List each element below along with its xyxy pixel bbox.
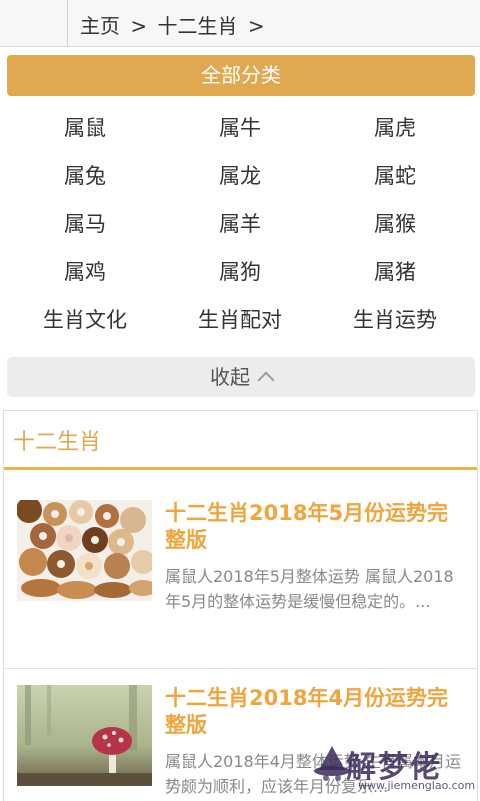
category-monkey[interactable]: 属猴 [315, 202, 475, 246]
breadcrumb-home[interactable]: 主页 [80, 14, 120, 38]
category-zodiac-match[interactable]: 生肖配对 [160, 298, 320, 342]
category-pig[interactable]: 属猪 [315, 250, 475, 294]
category-zodiac-culture[interactable]: 生肖文化 [5, 298, 165, 342]
watermark: 解梦佬 www.jiemenglao.com [312, 742, 477, 798]
category-rat[interactable]: 属鼠 [5, 106, 165, 150]
category-dragon[interactable]: 属龙 [160, 154, 320, 198]
article-title[interactable]: 十二生肖2018年4月份运势完整版 [165, 685, 465, 739]
article-thumbnail-mushroom[interactable] [17, 685, 152, 786]
breadcrumb-separator: > [247, 14, 265, 38]
watermark-url: www.jiemenglao.com [358, 779, 476, 792]
article-divider [4, 668, 477, 669]
category-dog[interactable]: 属狗 [160, 250, 320, 294]
top-bar: 主页 > 十二生肖 > [0, 0, 480, 47]
article-thumbnail-donuts[interactable] [17, 500, 152, 601]
chevron-up-icon [257, 371, 275, 389]
back-button[interactable] [0, 0, 68, 46]
breadcrumb-current[interactable]: 十二生肖 [157, 14, 237, 38]
section-underline [4, 467, 477, 470]
category-rabbit[interactable]: 属兔 [5, 154, 165, 198]
collapse-label: 收起 [210, 365, 250, 389]
section-title: 十二生肖 [13, 430, 102, 455]
mushroom-image-icon [17, 685, 152, 786]
collapse-button[interactable]: 收起 [7, 357, 475, 397]
category-rooster[interactable]: 属鸡 [5, 250, 165, 294]
all-categories-button[interactable]: 全部分类 [7, 55, 475, 96]
donuts-image-icon [17, 500, 152, 601]
category-grid: 属鼠 属牛 属虎 属兔 属龙 属蛇 属马 属羊 属猴 属鸡 属狗 属猪 生肖文化… [0, 106, 480, 346]
category-goat[interactable]: 属羊 [160, 202, 320, 246]
article-title[interactable]: 十二生肖2018年5月份运势完整版 [165, 500, 465, 554]
category-ox[interactable]: 属牛 [160, 106, 320, 150]
category-tiger[interactable]: 属虎 [315, 106, 475, 150]
category-zodiac-fortune[interactable]: 生肖运势 [315, 298, 475, 342]
breadcrumb: 主页 > 十二生肖 > [80, 10, 269, 39]
breadcrumb-separator: > [130, 14, 148, 38]
category-horse[interactable]: 属马 [5, 202, 165, 246]
category-snake[interactable]: 属蛇 [315, 154, 475, 198]
article-excerpt: 属鼠人2018年5月整体运势 属鼠人2018年5月的整体运势是缓慢但稳定的。..… [165, 567, 454, 611]
